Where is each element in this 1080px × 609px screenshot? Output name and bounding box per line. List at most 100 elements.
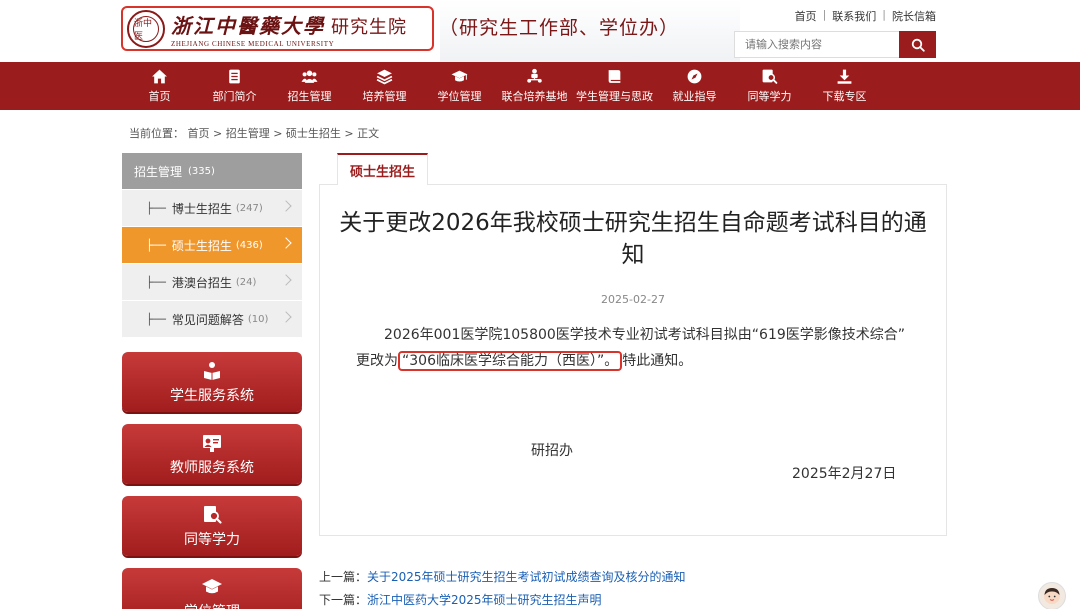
toplink-separator: | [882,8,886,21]
nav-label: 部门简介 [212,90,257,103]
student-service-button[interactable]: 学生服务系统 [122,352,302,412]
logo-text: 浙江中醫藥大學 研究生院 ZHEJIANG CHINESE MEDICAL UN… [171,10,407,48]
top-links: 首页 | 联系我们 | 院长信箱 [795,8,936,24]
equivalent-degree-button[interactable]: 同等学力 [122,496,302,556]
search-icon [911,38,925,52]
book-icon [608,70,621,83]
sidebar-item-count: (436) [235,239,263,251]
sidebar-item-phd[interactable]: ├── 博士生招生 (247) [122,190,302,227]
chevron-right-icon [280,237,292,249]
nav-item-joint-base[interactable]: 联合培养基地 [497,62,572,110]
nav-item-admissions[interactable]: 招生管理 [272,62,347,110]
site-logo[interactable]: 浙中医 浙江中醫藥大學 研究生院 ZHEJIANG CHINESE MEDICA… [121,6,434,51]
search-doc-icon [204,505,222,524]
sidebar-item-label: 常见问题解答 [171,312,244,327]
nav-label: 同等学力 [747,90,792,103]
chevron-right-icon [280,311,292,323]
search-box [734,31,936,58]
school-name: 浙江中醫藥大學 [171,13,325,38]
nav-label: 学位管理 [437,90,482,103]
nav-item-training[interactable]: 培养管理 [347,62,422,110]
nav-item-career[interactable]: 就业指导 [657,62,732,110]
chevron-right-icon [280,274,292,286]
document-icon [229,69,240,84]
prev-label: 上一篇： [319,570,368,584]
next-article: 下一篇：浙江中医药大学2025年硕士研究生招生声明 [319,591,602,608]
student-reading-icon [204,361,220,380]
system-label: 同等学力 [184,531,240,548]
chevron-right-icon [280,200,292,212]
assistant-avatar-icon[interactable] [1038,582,1066,609]
nav-label: 联合培养基地 [501,90,568,103]
nav-item-download[interactable]: 下载专区 [807,62,882,110]
degree-management-button[interactable]: 学位管理 [122,568,302,609]
graduation-cap-icon [451,70,468,82]
users-icon [301,70,318,83]
article-body-line1: 2026年001医学院105800医学技术专业初试考试科目拟由“619医学影像技… [384,327,906,343]
seal-text: 浙中医 [133,15,159,42]
graduation-cap-icon [202,578,222,593]
tree-branch-icon: ├── [146,312,166,326]
nav-label: 招生管理 [287,90,332,103]
download-icon [837,69,852,84]
nav-item-degree[interactable]: 学位管理 [422,62,497,110]
sidebar-item-faq[interactable]: ├── 常见问题解答 (10) [122,301,302,338]
search-input[interactable] [734,31,899,58]
sidebar-item-label: 博士生招生 [171,201,232,216]
network-icon [527,68,542,83]
prev-article: 上一篇：关于2025年硕士研究生招生考试初试成绩查询及核分的通知 [319,568,686,585]
system-label: 学位管理 [184,601,240,609]
tab-master-admission[interactable]: 硕士生招生 [337,153,429,185]
nav-item-home[interactable]: 首页 [122,62,197,110]
compass-icon [687,69,702,84]
article-body-line2: 更改为 “306临床医学综合能力（西医）”。 特此通知。 [356,348,916,374]
sidebar-header[interactable]: 招生管理 (335) [122,153,302,189]
tree-branch-icon: ├── [146,201,166,215]
system-label: 教师服务系统 [170,459,254,476]
article-date: 2025-02-27 [601,293,665,306]
article-title: 关于更改2026年我校硕士研究生招生自命题考试科目的通知 [339,210,927,268]
breadcrumb: 当前位置： 首页 > 招生管理 > 硕士生招生 > 正文 [129,127,380,140]
sidebar-item-label: 硕士生招生 [171,238,232,253]
sidebar-item-label: 港澳台招生 [171,275,232,290]
body-prefix: 更改为 [356,353,398,369]
page: 浙中医 浙江中醫藥大學 研究生院 ZHEJIANG CHINESE MEDICA… [0,0,1080,609]
tree-branch-icon: ├── [146,275,166,289]
prev-article-link[interactable]: 关于2025年硕士研究生招生考试初试成绩查询及核分的通知 [367,570,686,584]
nav-item-equivalent[interactable]: 同等学力 [732,62,807,110]
article-body: 2026年001医学院105800医学技术专业初试考试科目拟由“619医学影像技… [356,322,916,374]
nav-item-about[interactable]: 部门简介 [197,62,272,110]
grad-school-name: 研究生院 [331,16,407,38]
nav-label: 首页 [148,90,171,103]
nav-label: 下载专区 [822,90,867,103]
body-suffix: 特此通知。 [622,353,693,369]
sidebar-item-count: (24) [235,276,257,288]
sidebar-item-hmt[interactable]: ├── 港澳台招生 (24) [122,264,302,301]
teacher-service-button[interactable]: 教师服务系统 [122,424,302,484]
article-sign-date: 2025年2月27日 [792,466,897,482]
next-article-link[interactable]: 浙江中医药大学2025年硕士研究生招生声明 [367,593,602,607]
system-label: 学生服务系统 [170,387,254,404]
tree-branch-icon: ├── [146,238,166,252]
home-icon [152,69,167,84]
toplink-contact[interactable]: 联系我们 [832,8,876,24]
sidebar-item-master[interactable]: ├── 硕士生招生 (436) [122,227,302,264]
school-name-en: ZHEJIANG CHINESE MEDICAL UNIVERSITY [171,39,335,48]
sidebar-header-label: 招生管理 [134,164,183,179]
next-label: 下一篇： [319,593,368,607]
toplink-separator: | [822,8,827,21]
main-nav: 首页 部门简介 招生管理 培养管理 学位管理 联合培养基地 学生管理与思政 就业… [0,62,1080,110]
nav-item-student-affairs[interactable]: 学生管理与思政 [572,62,657,110]
highlighted-subject: “306临床医学综合能力（西医）”。 [398,351,623,371]
toplink-home[interactable]: 首页 [795,8,817,24]
nav-label: 培养管理 [362,90,407,103]
nav-label: 就业指导 [672,90,717,103]
sidebar-item-count: (247) [235,202,263,214]
search-doc-icon [762,69,778,84]
toplink-mailbox[interactable]: 院长信箱 [892,8,936,24]
nav-label: 学生管理与思政 [576,90,653,103]
search-button[interactable] [899,31,936,58]
university-seal-icon: 浙中医 [127,9,165,48]
logo-subtitle: （研究生工作部、学位办） [439,17,680,39]
avatar-face-icon [1044,588,1060,604]
